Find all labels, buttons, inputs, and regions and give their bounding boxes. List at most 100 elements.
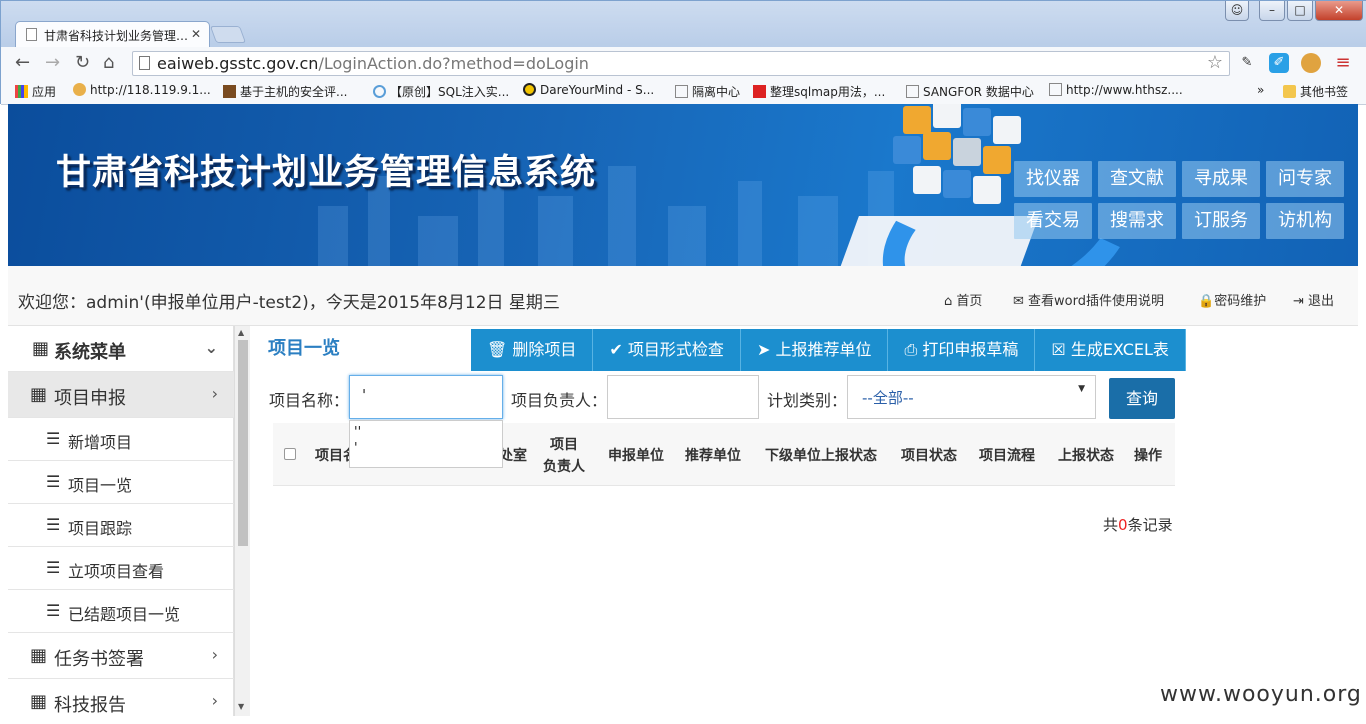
bookmark-label: 【原创】SQL注入实... <box>390 85 510 99</box>
col-project-status[interactable]: 项目状态 <box>901 445 957 465</box>
visit-institution-link[interactable]: 访机构 <box>1266 203 1344 239</box>
col-report-status[interactable]: 上报状态 <box>1058 445 1114 465</box>
scroll-down-icon[interactable]: ▼ <box>238 702 244 711</box>
extension-puzzle-icon[interactable]: ✎ <box>1237 53 1257 73</box>
sidebar-item-label: 项目跟踪 <box>68 519 133 538</box>
list-icon: ☰ <box>46 601 61 620</box>
tab-strip: 甘肃省科技计划业务管理… ✕ ☺ – □ ✕ <box>1 1 1366 47</box>
action-label: 上报推荐单位 <box>775 340 872 359</box>
new-tab-button[interactable] <box>209 26 247 43</box>
project-leader-input[interactable] <box>607 375 759 419</box>
search-demand-link[interactable]: 搜需求 <box>1098 203 1176 239</box>
form-check-button[interactable]: ✔ 项目形式检查 <box>593 329 741 371</box>
close-window-button[interactable]: ✕ <box>1315 1 1363 21</box>
find-results-link[interactable]: 寻成果 <box>1182 161 1260 197</box>
list-icon: ☰ <box>46 558 61 577</box>
minimize-button[interactable]: – <box>1259 1 1285 21</box>
ask-expert-link[interactable]: 问专家 <box>1266 161 1344 197</box>
other-bookmarks[interactable]: 其他书签 <box>1283 83 1348 100</box>
browser-tab[interactable]: 甘肃省科技计划业务管理… ✕ <box>15 21 210 47</box>
search-literature-link[interactable]: 查文献 <box>1098 161 1176 197</box>
bookmark-item[interactable]: http://www.hthsz.... <box>1049 83 1183 97</box>
col-sub-unit-status[interactable]: 下级单位上报状态 <box>765 445 877 465</box>
home-icon: ⌂ <box>944 294 957 309</box>
sidebar-item-approved-projects[interactable]: ☰ 立项项目查看 <box>8 547 234 590</box>
url-path: /LoginAction.do?method=doLogin <box>318 54 589 73</box>
page-icon <box>675 85 688 98</box>
page-icon <box>906 85 919 98</box>
view-trade-link[interactable]: 看交易 <box>1014 203 1092 239</box>
plan-category-value: --全部-- <box>862 389 914 407</box>
print-draft-button[interactable]: ⎙ 打印申报草稿 <box>888 329 1036 371</box>
bookmark-item[interactable]: 隔离中心 <box>675 83 740 100</box>
browser-window: 甘肃省科技计划业务管理… ✕ ☺ – □ ✕ ← → ↻ ⌂ eaiweb.gs… <box>0 0 1366 105</box>
export-excel-button[interactable]: ☒ 生成EXCEL表 <box>1035 329 1186 371</box>
query-button[interactable]: 查询 <box>1109 378 1175 419</box>
bookmark-star-icon[interactable]: ☆ <box>1207 52 1223 73</box>
bookmark-item[interactable]: http://118.119.9.1... <box>73 83 211 97</box>
page-info-icon[interactable] <box>139 56 150 70</box>
scrollbar-thumb[interactable] <box>238 340 248 546</box>
find-instrument-link[interactable]: 找仪器 <box>1014 161 1092 197</box>
sidebar-item-closed-projects[interactable]: ☰ 已结题项目一览 <box>8 590 234 633</box>
project-name-input[interactable]: ' <box>349 375 503 419</box>
forward-button[interactable]: → <box>45 52 60 73</box>
address-bar[interactable]: eaiweb.gsstc.gov.cn/LoginAction.do?metho… <box>132 51 1230 76</box>
bookmark-apps[interactable]: 应用 <box>15 83 56 100</box>
col-department[interactable]: 处室 <box>499 445 527 465</box>
extension-edit-icon[interactable]: ✐ <box>1269 53 1289 73</box>
delete-project-button[interactable]: 🗑 删除项目 <box>471 329 594 371</box>
logout-link[interactable]: ⇥ 退出 <box>1293 290 1334 309</box>
list-icon: ☰ <box>46 515 61 534</box>
word-plugin-help-link[interactable]: ✉ 查看word插件使用说明 <box>1013 290 1164 309</box>
bookmarks-overflow-button[interactable]: » <box>1257 83 1264 97</box>
action-label: 生成EXCEL表 <box>1070 340 1169 359</box>
bookmark-item[interactable]: 整理sqlmap用法，... <box>753 83 885 100</box>
autocomplete-option[interactable]: '' <box>354 425 498 441</box>
close-tab-icon[interactable]: ✕ <box>191 27 201 41</box>
submit-recommend-button[interactable]: ➤ 上报推荐单位 <box>740 329 889 371</box>
sidebar-scrollbar[interactable]: ▲ ▼ <box>234 326 250 716</box>
profile-icon[interactable]: ☺ <box>1225 1 1249 21</box>
col-applicant-unit[interactable]: 申报单位 <box>608 445 664 465</box>
home-button[interactable]: ⌂ <box>103 52 114 73</box>
logout-link-label: 退出 <box>1308 294 1335 309</box>
scroll-up-icon[interactable]: ▲ <box>238 328 244 337</box>
col-operation[interactable]: 操作 <box>1134 445 1162 465</box>
apps-grid-icon <box>15 85 28 98</box>
bookmark-label: 应用 <box>32 85 57 99</box>
sign-out-icon: ⇥ <box>1293 294 1309 309</box>
menu-icon[interactable]: ≡ <box>1333 53 1353 73</box>
sidebar-item-task-signing[interactable]: ▦ 任务书签署 › <box>8 633 234 679</box>
bookmark-item[interactable]: SANGFOR 数据中心 <box>906 83 1034 100</box>
sidebar-item-label: 任务书签署 <box>54 649 144 670</box>
sidebar-header[interactable]: ▦ 系统菜单 ⌄ <box>8 326 234 372</box>
action-label: 打印申报草稿 <box>922 340 1019 359</box>
sidebar: ▦ 系统菜单 ⌄ ▦ 项目申报 › ☰ 新增项目 ☰ 项目一览 ☰ 项目跟踪 ☰… <box>8 326 234 716</box>
reload-button[interactable]: ↻ <box>75 52 90 73</box>
sidebar-item-project-tracking[interactable]: ☰ 项目跟踪 <box>8 504 234 547</box>
home-link[interactable]: ⌂ 首页 <box>944 290 982 309</box>
bookmark-item[interactable]: 【原创】SQL注入实... <box>373 83 509 100</box>
col-project-flow[interactable]: 项目流程 <box>979 445 1035 465</box>
rubik-cube-graphic <box>863 104 1033 221</box>
plan-category-select[interactable]: --全部-- ▼ <box>847 375 1096 419</box>
chevron-right-icon: › <box>211 384 218 403</box>
bookmark-item[interactable]: DareYourMind - S... <box>523 83 654 97</box>
sidebar-item-project-apply[interactable]: ▦ 项目申报 › <box>8 372 234 418</box>
col-recommend-unit[interactable]: 推荐单位 <box>685 445 741 465</box>
maximize-button[interactable]: □ <box>1287 1 1313 21</box>
sidebar-item-tech-report[interactable]: ▦ 科技报告 › <box>8 679 234 716</box>
password-link[interactable]: 🔒密码维护 <box>1198 290 1266 309</box>
col-leader[interactable]: 项目 负责人 <box>543 434 585 478</box>
back-button[interactable]: ← <box>15 52 30 73</box>
select-all-checkbox[interactable] <box>284 448 296 460</box>
sidebar-item-project-list[interactable]: ☰ 项目一览 <box>8 461 234 504</box>
sidebar-item-new-project[interactable]: ☰ 新增项目 <box>8 418 234 461</box>
autocomplete-option[interactable]: ' <box>354 441 498 457</box>
order-service-link[interactable]: 订服务 <box>1182 203 1260 239</box>
extension-cookie-icon[interactable] <box>1301 53 1321 73</box>
count-prefix: 共 <box>1103 516 1119 534</box>
system-title: 甘肃省科技计划业务管理信息系统 <box>56 153 597 193</box>
bookmark-item[interactable]: 基于主机的安全评... <box>223 83 347 100</box>
